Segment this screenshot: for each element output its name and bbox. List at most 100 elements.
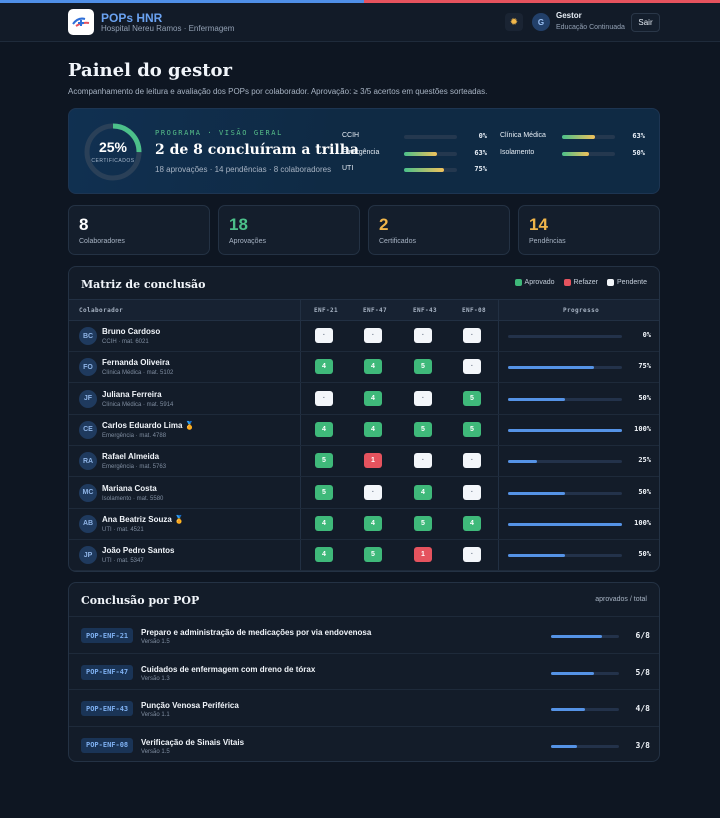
pop-status-cell[interactable]: · [463,328,481,343]
pop-status-cell[interactable]: 5 [463,390,481,406]
table-row[interactable]: FO Fernanda Oliveira Clínica Médica · mat.… [69,352,659,384]
sector-name: UTI [342,165,354,172]
pop-status-cell[interactable]: 5 [414,421,432,437]
collaborator-name-text: Rafael Almeida [102,452,160,462]
overview-meta: 18 aprovações · 14 pendências · 8 colabo… [155,165,332,174]
pop-status-cell[interactable]: · [414,453,432,469]
pop-status-cell[interactable]: · [463,547,481,563]
theme-toggle-button[interactable]: ✹ [505,13,523,31]
pop-status-cell[interactable]: 5 [414,359,432,375]
collaborator-name: Rafael Almeida [102,452,159,461]
row-progress-track [508,366,622,370]
collaborator-avatar: RA [79,452,97,471]
row-progress-percent: 100% [634,424,651,433]
pop-status-cell[interactable]: · [414,390,432,406]
pop-panel-title: Conclusão por POP [81,594,200,607]
pop-approved-count: 5/8 [635,667,650,677]
list-item[interactable]: POP-ENF-43 Punção Venosa Periférica Versão… [69,689,659,726]
pop-status-cell[interactable]: 1 [414,547,432,563]
pop-status-cell[interactable]: 4 [364,359,382,375]
collaborator-details: Emergência · mat. 5763 [102,464,167,471]
row-progress-percent: 25% [638,456,651,465]
pop-status-cell[interactable]: 1 [364,453,382,469]
page-title: Painel do gestor [68,60,233,81]
stat-value: 2 [379,215,389,234]
pop-status-cell[interactable]: · [364,484,382,500]
collaborator-details: CCIH · mat. 6021 [102,339,149,345]
list-item[interactable]: POP-ENF-21 Preparo e administração de med… [69,616,659,653]
pop-status-cell[interactable]: 4 [364,421,382,437]
collaborator-name-text: Carlos Eduardo Lima [102,420,183,430]
table-row[interactable]: RA Rafael Almeida Emergência · mat. 5763 5 1… [69,446,659,478]
pop-status-cell[interactable]: 4 [315,547,333,563]
pop-status-cell[interactable]: · [315,328,333,343]
table-row[interactable]: MC Mariana Costa Isolamento · mat. 5580 5 · 4… [69,478,659,509]
medal-icon: 🏅 [174,514,184,524]
matrix-header: Colaborador ENF-21 ENF-47 ENF-43 ENF-08 … [69,299,659,321]
row-progress-percent: 75% [638,362,651,371]
sector-percent: 50% [632,149,645,157]
collaborator-name: João Pedro Santos [102,546,174,555]
stat-label: Aprovações [229,238,266,245]
collaborator-name: Mariana Costa [102,484,157,493]
collaborator-name-text: Mariana Costa [102,483,157,493]
pop-version: Versão 1.5 [141,639,170,645]
pop-code-badge: POP-ENF-47 [81,664,134,680]
pop-status-cell[interactable]: · [315,390,333,406]
pop-status-cell[interactable]: 5 [463,421,481,437]
pop-status-cell[interactable]: 5 [364,547,382,563]
row-progress-fill [508,397,565,401]
col-header-pop-4: ENF-08 [462,307,487,314]
hospital-logo-icon [72,17,90,27]
pop-status-cell[interactable]: · [463,484,481,500]
table-row[interactable]: CE Carlos Eduardo Lima 🏅 Emergência · mat.… [69,415,659,446]
stat-card: 2 Certificados [368,205,510,255]
table-row[interactable]: JF Juliana Ferreira Clínica Médica · mat. … [69,384,659,415]
pop-status-cell[interactable]: 4 [364,515,382,531]
legend-item: Aprovado [514,279,555,286]
sector-progress-track [404,152,457,156]
pop-status-cell[interactable]: 5 [414,515,432,531]
legend-swatch [563,279,571,286]
pop-status-cell[interactable]: 4 [414,484,432,500]
logout-button[interactable]: Sair [631,13,660,32]
user-role: Educação Continuada [556,24,625,31]
pop-status-cell[interactable]: · [463,453,481,469]
collaborator-name: Juliana Ferreira [102,390,162,399]
table-row[interactable]: AB Ana Beatriz Souza 🏅 UTI · mat. 4521 4 4 5 4… [69,509,659,540]
user-avatar[interactable]: G [532,13,550,31]
table-row[interactable]: JP João Pedro Santos UTI · mat. 5347 4 5 1 · 50… [69,540,659,571]
collaborator-name-text: Ana Beatriz Souza [102,514,172,524]
row-progress-percent: 50% [638,550,651,559]
table-row[interactable]: BC Bruno Cardoso CCIH · mat. 6021 · · · · 0% [69,321,659,352]
list-item[interactable]: POP-ENF-08 Verificação de Sinais Vitais Ve… [69,725,659,762]
row-progress-percent: 0% [642,331,651,339]
pop-status-cell[interactable]: 4 [364,390,382,406]
pop-status-cell[interactable]: 5 [315,484,333,500]
row-progress-fill [508,491,565,495]
pop-title: Preparo e administração de medicações po… [141,628,372,637]
pop-status-cell[interactable]: · [364,328,382,343]
collaborator-name: Fernanda Oliveira [102,358,170,367]
row-progress-percent: 50% [638,487,651,496]
pop-status-cell[interactable]: 5 [315,453,333,469]
pop-progress-track [551,671,619,675]
pop-status-cell[interactable]: · [463,359,481,375]
pop-status-cell[interactable]: 4 [463,515,481,531]
sector-name: Emergência [342,149,380,156]
list-item[interactable]: POP-ENF-47 Cuidados de enfermagem com dre… [69,652,659,690]
collaborator-details: Clínica Médica · mat. 5102 [102,370,174,377]
pop-status-cell[interactable]: 4 [315,359,333,375]
pop-status-cell[interactable]: 4 [315,515,333,531]
pop-status-cell[interactable]: · [414,328,432,343]
row-progress-fill [508,366,594,370]
row-progress-track [508,397,622,401]
app-logo[interactable] [68,9,94,35]
collaborator-avatar: AB [79,514,97,533]
pop-progress-fill [551,635,602,638]
sector-progress-row: UTI 75% [342,165,487,175]
collaborator-avatar: FO [79,358,97,377]
overview-title: 2 de 8 concluíram a trilha [155,142,359,158]
pop-status-cell[interactable]: 4 [315,421,333,437]
pop-title: Punção Venosa Periférica [141,701,239,710]
